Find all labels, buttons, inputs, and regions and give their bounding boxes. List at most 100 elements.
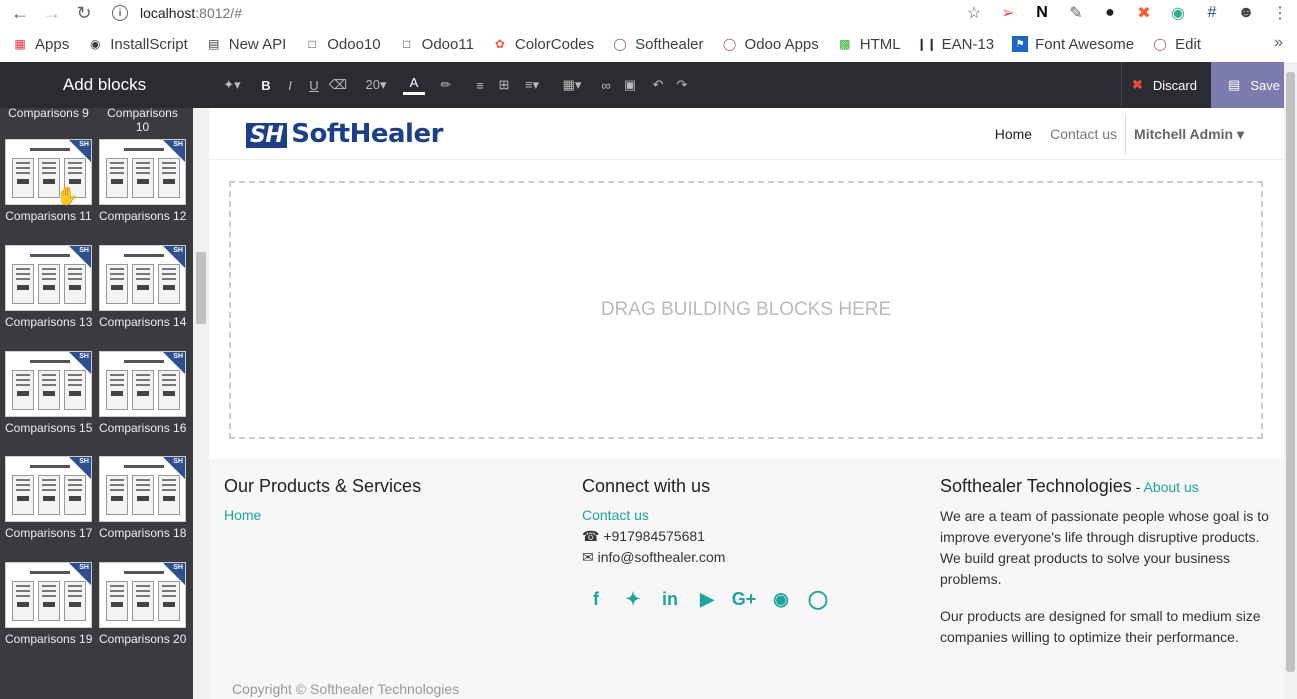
profile-icon[interactable]: ☻ <box>1229 4 1263 22</box>
block-comparisons-16[interactable]: SH Comparisons 16 <box>99 350 187 435</box>
github-icon[interactable]: ◉ <box>767 588 795 610</box>
block-label: Comparisons 9 <box>8 108 89 120</box>
user-menu[interactable]: Mitchell Admin ▾ <box>1125 114 1244 154</box>
footer-products-column: Our Products & Services Home <box>224 476 554 526</box>
block-comparisons-20[interactable]: SH Comparisons 20 <box>99 562 186 646</box>
copyright-text: Copyright © Softhealer Technologies <box>232 681 460 697</box>
twitter-icon[interactable]: ✦ <box>619 588 647 610</box>
extension-icon[interactable]: ➢ <box>991 3 1025 23</box>
bookmark-new-api[interactable]: ▤ New API <box>206 35 287 53</box>
block-thumbnail: SH <box>99 350 186 417</box>
ordered-list-icon[interactable]: ⊞ <box>493 77 515 93</box>
bookmark-label: HTML <box>859 35 901 53</box>
github-icon: ◉ <box>89 37 101 51</box>
sidebar-scrollbar[interactable] <box>193 108 209 699</box>
extension-orange-icon[interactable]: ✖ <box>1127 3 1161 23</box>
odoo-circle-icon: ◯ <box>613 37 627 51</box>
bookmark-font-awesome[interactable]: ⚑ Font Awesome <box>1012 36 1134 53</box>
unordered-list-icon[interactable]: ≡ <box>469 78 491 93</box>
bookmark-apps[interactable]: ▦ Apps <box>12 36 69 53</box>
globe-icon[interactable]: ◉ <box>1161 3 1195 23</box>
bookmark-odoo11[interactable]: □ Odoo11 <box>399 36 474 53</box>
block-comparisons-12[interactable]: SH Comparisons 12 <box>99 139 186 223</box>
block-badge: SH <box>79 246 89 254</box>
block-comparisons-11[interactable]: SH Comparisons 11 <box>5 139 92 223</box>
discard-button[interactable]: ✖ Discard <box>1121 62 1207 108</box>
forward-icon[interactable]: → <box>40 1 64 25</box>
block-comparisons-17[interactable]: SH Comparisons 17 <box>5 456 92 540</box>
block-comparisons-14[interactable]: SH Comparisons 14 <box>99 244 186 329</box>
block-comparisons-18[interactable]: SH Comparisons 18 <box>99 456 186 540</box>
footer-contact-link[interactable]: Contact us <box>582 507 649 523</box>
bookmark-odoo-apps[interactable]: ◯ Odoo Apps <box>722 36 819 53</box>
block-comparisons-13[interactable]: SH Comparisons 13 <box>5 244 92 329</box>
bookmark-label: Font Awesome <box>1035 35 1135 53</box>
linkedin-icon[interactable]: in <box>656 588 684 610</box>
menu-dots-icon[interactable]: ⋮ <box>1263 3 1297 23</box>
bookmark-odoo10[interactable]: □ Odoo10 <box>304 35 381 53</box>
extension-dark-icon[interactable]: ● <box>1093 4 1127 22</box>
magic-wand-icon[interactable]: ✦▾ <box>221 77 243 93</box>
brush-icon[interactable]: ✏ <box>435 77 457 93</box>
bookmark-label: InstallScript <box>110 35 188 53</box>
font-size-select[interactable]: 20▾ <box>359 77 393 93</box>
undo-icon[interactable]: ↶ <box>647 77 669 93</box>
google-plus-icon[interactable]: G+ <box>730 588 758 610</box>
bookmarks-overflow-icon[interactable]: » <box>1274 34 1283 52</box>
instagram-icon[interactable]: ◯ <box>804 588 832 610</box>
about-title-separator: - <box>1131 479 1144 495</box>
address-bar[interactable]: i localhost:8012/# <box>112 2 242 24</box>
url-host: localhost <box>140 5 196 21</box>
bookmark-html[interactable]: ▩ HTML <box>837 36 901 53</box>
bold-button[interactable]: B <box>255 78 277 93</box>
redo-icon[interactable]: ↷ <box>671 77 693 93</box>
drop-zone[interactable]: DRAG BUILDING BLOCKS HERE <box>229 181 1263 439</box>
block-label: Comparisons 16 <box>99 420 187 435</box>
facebook-icon[interactable]: f <box>582 588 610 610</box>
italic-button[interactable]: I <box>279 78 301 93</box>
footer-about-link[interactable]: About us <box>1143 479 1198 495</box>
bookmark-label: New API <box>228 35 287 53</box>
underline-button[interactable]: U <box>303 78 325 93</box>
browser-toolbar: ← → ↻ i localhost:8012/# ☆ ➢ N ✎ ● ✖ ◉ #… <box>0 0 1297 26</box>
reload-icon[interactable]: ↻ <box>72 1 96 25</box>
footer-connect-title: Connect with us <box>582 476 711 496</box>
site-logo[interactable]: SH SoftHealer <box>246 119 443 149</box>
eyedropper-icon[interactable]: ✎ <box>1059 3 1093 23</box>
block-badge: SH <box>79 352 89 360</box>
nav-home-link[interactable]: Home <box>995 126 1032 142</box>
envelope-icon: ✉ <box>582 549 594 565</box>
info-icon[interactable]: i <box>112 5 128 21</box>
sidebar-scrollbar-thumb[interactable] <box>196 252 206 324</box>
bookmark-label: Odoo10 <box>327 35 381 53</box>
barcode-icon: ❙❙ <box>916 37 937 51</box>
bookmark-edit[interactable]: ◯ Edit <box>1152 36 1201 53</box>
table-dropdown[interactable]: ▦▾ <box>557 77 587 93</box>
grid-hash-icon[interactable]: # <box>1195 4 1229 22</box>
phone-icon: ☎ <box>582 528 600 544</box>
footer-home-link[interactable]: Home <box>224 507 261 523</box>
image-icon[interactable]: ▣ <box>619 77 641 93</box>
youtube-icon[interactable]: ▶ <box>693 588 721 610</box>
footer-phone: +917984575681 <box>603 528 705 544</box>
page-scrollbar-thumb[interactable] <box>1286 72 1295 672</box>
bookmark-colorcodes[interactable]: ✿ ColorCodes <box>492 36 594 53</box>
block-comparisons-15[interactable]: SH Comparisons 15 <box>5 350 92 435</box>
nav-contact-link[interactable]: Contact us <box>1050 126 1117 142</box>
sidebar-title: Add blocks <box>0 62 209 108</box>
bookmark-softhealer[interactable]: ◯ Softhealer <box>612 36 703 53</box>
bookmark-ean13[interactable]: ❙❙ EAN-13 <box>916 36 995 53</box>
bookmark-installscript[interactable]: ◉ InstallScript <box>87 36 188 53</box>
link-icon[interactable]: ∞ <box>595 78 617 93</box>
odoo-circle-icon: ◯ <box>722 37 737 51</box>
font-color-button[interactable]: A <box>403 75 425 95</box>
back-icon[interactable]: ← <box>8 1 32 25</box>
block-badge: SH <box>79 141 89 148</box>
bookmark-label: Odoo Apps <box>744 35 819 53</box>
star-icon[interactable]: ☆ <box>957 3 991 23</box>
eraser-icon[interactable]: ⌫ <box>327 77 349 93</box>
block-thumbnail: SH <box>5 139 92 205</box>
notion-icon[interactable]: N <box>1025 4 1059 22</box>
align-dropdown[interactable]: ≡▾ <box>517 77 547 93</box>
block-comparisons-19[interactable]: SH Comparisons 19 <box>5 562 92 646</box>
